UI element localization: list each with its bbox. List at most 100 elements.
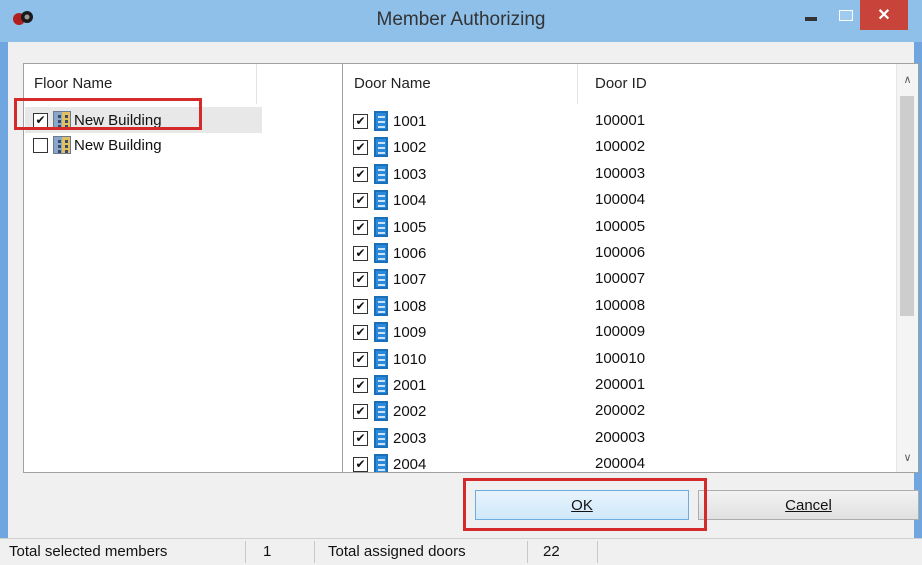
selected-members-label: Total selected members	[9, 543, 168, 560]
door-name: 1001	[393, 112, 427, 130]
window-title: Member Authorizing	[376, 9, 546, 30]
door-name: 1005	[393, 218, 427, 236]
maximize-icon	[839, 9, 853, 21]
door-icon	[374, 137, 388, 157]
door-name: 1010	[393, 350, 427, 368]
floor-item[interactable]: New Building	[33, 133, 162, 157]
door-checkbox[interactable]: ✔	[353, 219, 368, 235]
floor-list[interactable]: Floor Name ✔ New Building New Building	[23, 63, 359, 473]
door-name: 2004	[393, 455, 427, 473]
door-list[interactable]: Door Name Door ID ✔ 1001 100001 ✔ 1002 100002…	[342, 63, 919, 473]
door-checkbox[interactable]: ✔	[353, 351, 368, 367]
floor-item-label: New Building	[74, 136, 162, 154]
door-id: 200002	[595, 402, 646, 419]
door-id: 100002	[595, 138, 646, 155]
selected-members-count: 1	[263, 543, 272, 560]
door-row[interactable]: ✔ 1001	[353, 108, 426, 134]
door-name-header[interactable]: Door Name	[354, 64, 431, 104]
status-separator	[314, 541, 315, 563]
floor-checkbox[interactable]: ✔	[33, 112, 48, 128]
door-checkbox[interactable]: ✔	[353, 403, 368, 419]
door-name: 1007	[393, 270, 427, 288]
door-checkbox[interactable]: ✔	[353, 166, 368, 182]
door-row[interactable]: ✔ 1006	[353, 240, 426, 266]
assigned-doors-label: Total assigned doors	[328, 543, 466, 560]
scroll-up-icon[interactable]: ∧	[897, 68, 918, 90]
ok-button[interactable]: OK	[475, 490, 689, 520]
door-icon	[374, 428, 388, 448]
floor-item[interactable]: ✔ New Building	[33, 108, 162, 132]
cancel-button[interactable]: Cancel	[698, 490, 919, 520]
door-checkbox[interactable]: ✔	[353, 192, 368, 208]
cancel-button-label: Cancel	[785, 496, 832, 514]
door-name: 1002	[393, 138, 427, 156]
column-separator	[256, 64, 257, 104]
door-id: 200003	[595, 429, 646, 446]
door-icon	[374, 401, 388, 421]
door-checkbox[interactable]: ✔	[353, 324, 368, 340]
floor-checkbox[interactable]	[33, 137, 48, 153]
door-name: 1003	[393, 165, 427, 183]
door-row[interactable]: ✔ 1004	[353, 187, 426, 213]
door-name: 2001	[393, 376, 427, 394]
door-checkbox[interactable]: ✔	[353, 271, 368, 287]
door-name: 1008	[393, 297, 427, 315]
door-id: 200004	[595, 455, 646, 472]
door-row[interactable]: ✔ 1009	[353, 319, 426, 345]
door-checkbox[interactable]: ✔	[353, 377, 368, 393]
door-checkbox[interactable]: ✔	[353, 456, 368, 472]
door-checkbox[interactable]: ✔	[353, 113, 368, 129]
scroll-down-icon[interactable]: ∨	[897, 446, 918, 468]
close-button[interactable]: ✕	[860, 0, 908, 30]
door-icon	[374, 349, 388, 369]
door-id: 100007	[595, 270, 646, 287]
door-id: 100004	[595, 191, 646, 208]
door-row[interactable]: ✔ 2001	[353, 372, 426, 398]
status-bar: Total selected members 1 Total assigned …	[0, 538, 922, 565]
status-separator	[245, 541, 246, 563]
door-name: 2003	[393, 429, 427, 447]
status-separator	[597, 541, 598, 563]
door-row[interactable]: ✔ 1003	[353, 161, 426, 187]
door-id: 100006	[595, 244, 646, 261]
door-row[interactable]: ✔ 2004	[353, 451, 427, 473]
door-id: 100008	[595, 297, 646, 314]
dialog-body: Floor Name ✔ New Building New Building D…	[8, 42, 919, 538]
door-icon	[374, 217, 388, 237]
minimize-button[interactable]	[790, 0, 832, 30]
door-icon	[374, 375, 388, 395]
title-bar[interactable]: Member Authorizing ✕	[0, 0, 922, 42]
status-separator	[527, 541, 528, 563]
door-name: 1006	[393, 244, 427, 262]
door-icon	[374, 269, 388, 289]
door-row[interactable]: ✔ 1005	[353, 214, 426, 240]
door-checkbox[interactable]: ✔	[353, 298, 368, 314]
door-row[interactable]: ✔ 2002	[353, 398, 426, 424]
door-id: 100001	[595, 112, 646, 129]
floor-name-header[interactable]: Floor Name	[34, 64, 112, 104]
maximize-button[interactable]	[832, 0, 860, 30]
door-id: 100005	[595, 218, 646, 235]
door-id: 200001	[595, 376, 646, 393]
door-id-header[interactable]: Door ID	[595, 64, 647, 104]
building-icon	[53, 136, 71, 154]
door-row[interactable]: ✔ 1007	[353, 266, 426, 292]
door-checkbox[interactable]: ✔	[353, 139, 368, 155]
door-row[interactable]: ✔ 2003	[353, 425, 426, 451]
door-id: 100003	[595, 165, 646, 182]
door-icon	[374, 243, 388, 263]
vertical-scrollbar[interactable]: ∧ ∨	[896, 64, 918, 472]
door-row[interactable]: ✔ 1002	[353, 134, 426, 160]
scroll-thumb[interactable]	[900, 96, 914, 316]
building-icon	[53, 111, 71, 129]
close-icon: ✕	[877, 7, 891, 24]
assigned-doors-count: 22	[543, 543, 560, 560]
door-name: 1004	[393, 191, 427, 209]
door-checkbox[interactable]: ✔	[353, 430, 368, 446]
door-row[interactable]: ✔ 1008	[353, 293, 426, 319]
door-checkbox[interactable]: ✔	[353, 245, 368, 261]
door-name: 2002	[393, 402, 427, 420]
door-name: 1009	[393, 323, 427, 341]
door-row[interactable]: ✔ 1010	[353, 346, 426, 372]
ok-button-label: OK	[571, 496, 593, 514]
